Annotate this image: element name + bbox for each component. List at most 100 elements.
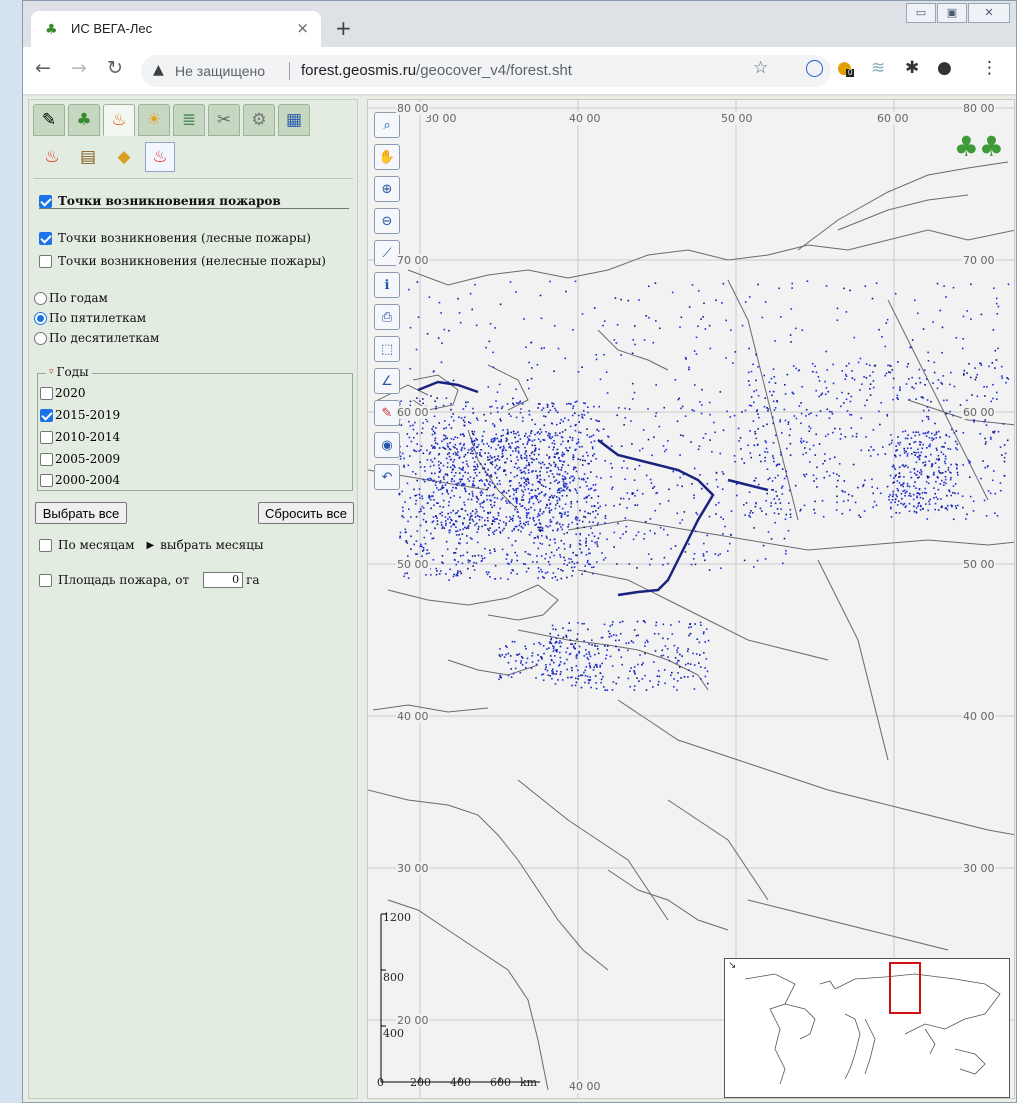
- fire-point: [906, 447, 909, 450]
- fire-point: [949, 478, 952, 481]
- fire-point: [843, 480, 846, 482]
- bookmark-star-icon[interactable]: ☆: [753, 60, 768, 77]
- fire-point: [611, 488, 613, 490]
- maximize-icon[interactable]: ▣: [937, 3, 967, 23]
- fire-point: [578, 421, 580, 423]
- grouping-years-radio[interactable]: [34, 291, 47, 305]
- fire-point: [939, 436, 941, 439]
- measure-angle-icon[interactable]: ∠: [374, 368, 400, 394]
- fire-point: [579, 532, 581, 535]
- fire-point: [572, 468, 575, 471]
- pan-hand-icon[interactable]: ✋: [374, 144, 400, 170]
- menu-dots-icon[interactable]: ⋮: [981, 60, 998, 77]
- fire-point: [628, 642, 630, 644]
- fire-point: [496, 391, 499, 393]
- tab-satellite-icon[interactable]: ✎: [33, 104, 65, 136]
- fire-point: [934, 508, 936, 511]
- address-bar[interactable]: ▲ Не защищено forest.geosmis.ru/geocover…: [141, 55, 831, 87]
- choose-months-link[interactable]: выбрать месяцы: [160, 538, 263, 552]
- back-icon[interactable]: ←: [35, 59, 51, 78]
- fire-point: [424, 542, 427, 545]
- tab-weather-icon[interactable]: ☀: [138, 104, 170, 136]
- subtab-active-fires-icon[interactable]: ♨: [37, 142, 67, 172]
- reload-icon[interactable]: ↻: [107, 59, 123, 78]
- extensions-puzzle-icon[interactable]: ✱: [905, 60, 919, 77]
- window-close-icon[interactable]: ✕: [968, 3, 1010, 23]
- fire-point: [824, 453, 826, 455]
- browser-tab[interactable]: ♣ ИС ВЕГА-Лес ×: [31, 11, 321, 47]
- year-2010-checkbox[interactable]: [40, 430, 53, 444]
- expand-arrow-icon[interactable]: ▶: [146, 540, 154, 551]
- fire-point: [781, 493, 784, 495]
- year-2005-checkbox[interactable]: [40, 452, 53, 466]
- tab-layers-icon[interactable]: ≣: [173, 104, 205, 136]
- fire-point: [884, 374, 886, 377]
- tab-table-icon[interactable]: ▦: [278, 104, 310, 136]
- fire-point: [997, 347, 999, 350]
- fire-point: [523, 470, 525, 473]
- grouping-fiveyear-radio[interactable]: [34, 311, 47, 325]
- select-area-icon[interactable]: ⬚: [374, 336, 400, 362]
- fire-point: [899, 454, 901, 457]
- zoom-in-box-icon[interactable]: ⊕: [374, 176, 400, 202]
- fire-point: [729, 542, 731, 545]
- opera-extension-icon[interactable]: ◯: [805, 60, 824, 77]
- year-2020-checkbox[interactable]: [40, 386, 53, 400]
- overview-map[interactable]: ↘: [724, 958, 1010, 1098]
- zoom-out-icon[interactable]: ⊖: [374, 208, 400, 234]
- tab-fires-icon[interactable]: ♨: [103, 104, 135, 136]
- fire-point: [969, 461, 971, 463]
- year-2015-checkbox[interactable]: [40, 408, 53, 422]
- tab-settings-icon[interactable]: ⚙: [243, 104, 275, 136]
- layer-forest-checkbox[interactable]: [39, 231, 52, 245]
- url-text[interactable]: forest.geosmis.ru/geocover_v4/forest.sht: [301, 62, 572, 79]
- map-view[interactable]: ⌕ ✋ ⊕ ⊖ ⟋ ℹ ⎙ ⬚ ∠ ✎ ◉ ↶ 30 00 40 00 50 0…: [367, 99, 1015, 1099]
- fire-point: [526, 379, 529, 381]
- grouping-decade-radio[interactable]: [34, 331, 47, 345]
- fire-point: [439, 469, 442, 471]
- fire-point: [465, 405, 467, 408]
- info-icon[interactable]: ℹ: [374, 272, 400, 298]
- area-filter-checkbox[interactable]: [39, 573, 52, 587]
- forward-icon[interactable]: →: [71, 59, 87, 78]
- undo-icon[interactable]: ↶: [374, 464, 400, 490]
- subtab-fire-stats-icon[interactable]: ▤: [73, 142, 103, 172]
- fire-point: [468, 480, 471, 482]
- by-months-checkbox[interactable]: [39, 538, 52, 552]
- select-all-button[interactable]: Выбрать все: [35, 502, 127, 524]
- extension-badge-icon[interactable]: ● 0: [837, 60, 855, 77]
- minimize-icon[interactable]: ▭: [906, 3, 936, 23]
- fire-point: [538, 448, 540, 451]
- fire-point: [436, 443, 439, 445]
- fire-point: [592, 566, 595, 568]
- globe-icon[interactable]: ◉: [374, 432, 400, 458]
- new-tab-icon[interactable]: +: [335, 18, 352, 38]
- subtab-ignition-points-icon[interactable]: ♨: [145, 142, 175, 172]
- fire-point: [560, 539, 563, 542]
- fire-point: [590, 497, 593, 499]
- not-secure-label[interactable]: Не защищено: [175, 63, 265, 79]
- overview-viewport-box[interactable]: [889, 962, 921, 1014]
- fire-point: [533, 458, 535, 461]
- fire-point: [902, 430, 904, 433]
- area-min-input[interactable]: 0: [203, 572, 244, 588]
- fire-point: [562, 464, 564, 466]
- section-checkbox[interactable]: [39, 194, 52, 208]
- year-2000-checkbox[interactable]: [40, 473, 53, 487]
- close-tab-icon[interactable]: ×: [296, 19, 309, 37]
- fire-point: [595, 419, 598, 422]
- fire-point: [587, 406, 589, 408]
- translate-extension-icon[interactable]: ≋: [871, 60, 885, 77]
- profile-icon[interactable]: ●: [937, 60, 952, 77]
- fire-point: [490, 504, 492, 506]
- tab-tools-icon[interactable]: ✂: [208, 104, 240, 136]
- tab-forest-icon[interactable]: ♣: [68, 104, 100, 136]
- print-icon[interactable]: ⎙: [374, 304, 400, 330]
- collapse-icon[interactable]: ▿: [49, 367, 54, 377]
- fire-point: [552, 448, 554, 451]
- reset-all-button[interactable]: Сбросить все: [258, 502, 354, 524]
- subtab-burned-areas-icon[interactable]: ◆: [109, 142, 139, 172]
- zoom-extent-icon[interactable]: ⌕: [374, 112, 400, 138]
- fire-point: [488, 534, 490, 536]
- layer-nonforest-checkbox[interactable]: [39, 254, 52, 268]
